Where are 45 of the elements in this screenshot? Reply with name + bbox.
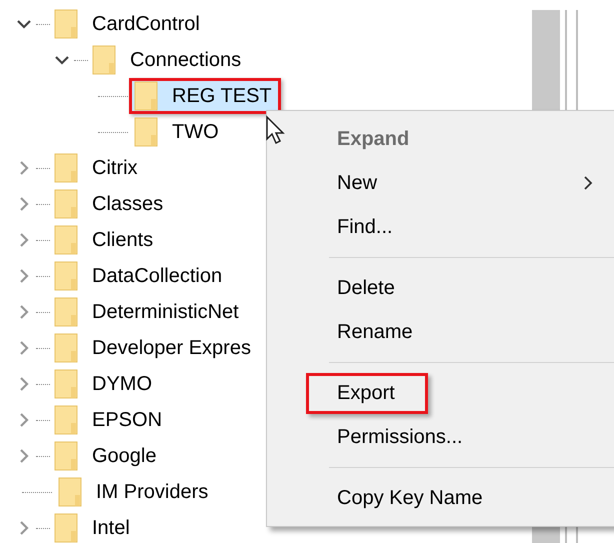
folder-icon xyxy=(54,153,78,183)
menu-item[interactable]: Delete xyxy=(267,266,614,310)
menu-item-label: Permissions... xyxy=(337,426,463,448)
folder-icon xyxy=(54,9,78,39)
tree-item[interactable]: Classes xyxy=(49,186,172,222)
tree-item[interactable]: Developer Expres xyxy=(49,330,260,366)
menu-item[interactable]: Permissions... xyxy=(267,415,614,459)
folder-icon xyxy=(58,477,82,507)
menu-item-label: Export xyxy=(306,372,428,414)
tree-item[interactable]: DeterministicNet xyxy=(49,294,248,330)
folder-icon xyxy=(54,369,78,399)
tree-item[interactable]: REG TEST xyxy=(129,78,281,114)
menu-item-label: Copy Key Name xyxy=(337,486,483,510)
tree-item[interactable]: Intel xyxy=(49,510,139,543)
tree-item[interactable]: DYMO xyxy=(49,366,161,402)
folder-icon xyxy=(54,189,78,219)
menu-item[interactable]: New xyxy=(267,161,614,205)
menu-item[interactable]: Export xyxy=(267,371,614,415)
tree-item[interactable]: Google xyxy=(49,438,166,474)
folder-icon xyxy=(54,405,78,435)
tree-item[interactable]: Citrix xyxy=(49,150,147,186)
folder-icon xyxy=(92,45,116,75)
folder-icon xyxy=(54,225,78,255)
menu-item-label: Find... xyxy=(337,216,393,238)
folder-icon xyxy=(134,117,158,147)
folder-icon xyxy=(54,333,78,363)
menu-item-label: Delete xyxy=(337,276,395,300)
folder-icon xyxy=(54,513,78,543)
folder-icon xyxy=(54,441,78,471)
menu-item-label: Expand xyxy=(337,128,410,150)
menu-item[interactable]: Find... xyxy=(267,205,614,249)
menu-item-label: Rename xyxy=(337,320,413,344)
menu-item[interactable]: Copy Key Name xyxy=(267,476,614,520)
menu-item[interactable]: Rename xyxy=(267,310,614,354)
tree-item[interactable]: IM Providers xyxy=(53,474,218,510)
tree-item[interactable]: EPSON xyxy=(49,402,172,438)
tree-item[interactable]: TWO xyxy=(129,114,228,150)
folder-icon xyxy=(54,261,78,291)
menu-item-label: New xyxy=(337,172,378,194)
tree-item[interactable]: Connections xyxy=(87,42,250,78)
tree-item[interactable]: CardControl xyxy=(49,6,209,42)
tree-item[interactable]: DataCollection xyxy=(49,258,232,294)
tree-item[interactable]: Clients xyxy=(49,222,162,258)
folder-icon xyxy=(54,297,78,327)
folder-icon xyxy=(134,81,158,111)
